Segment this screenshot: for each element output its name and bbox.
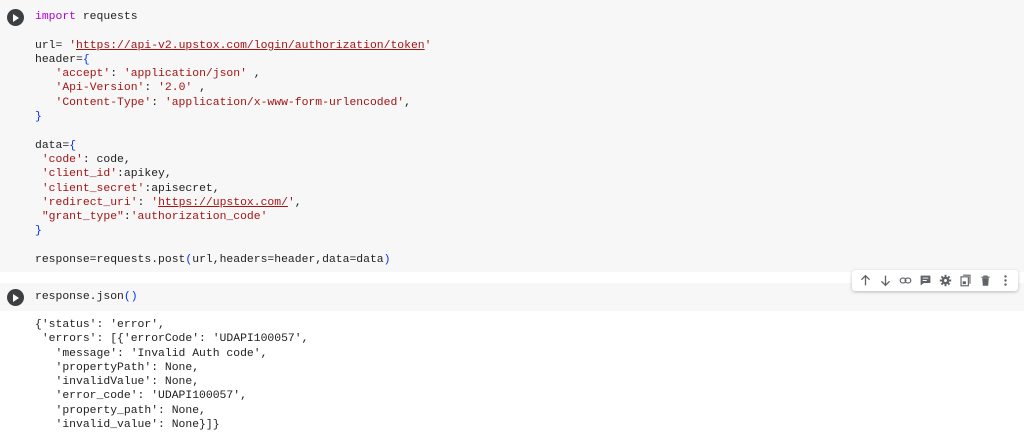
- code-line: 'redirect_uri': 'https://upstox.com/',: [35, 197, 302, 209]
- cell-output: {'status': 'error', 'errors': [{'errorCo…: [35, 319, 309, 432]
- run-cell-button[interactable]: [7, 9, 24, 26]
- code-editor[interactable]: response.json(): [35, 290, 138, 304]
- code-token: 'Api-Version': [55, 82, 145, 95]
- delete-cell-button[interactable]: [977, 273, 993, 289]
- code-token: 'client_id': [41, 168, 118, 181]
- code-token: '2.0': [158, 82, 193, 95]
- code-token: response.json: [35, 291, 124, 303]
- link-icon: [899, 277, 911, 284]
- add-comment-button[interactable]: [917, 273, 933, 289]
- gear-icon: [939, 274, 951, 287]
- code-token: ,: [294, 196, 302, 209]
- code-token: ,: [192, 82, 206, 95]
- code-line: data={: [35, 140, 76, 152]
- trash-icon: [980, 275, 990, 286]
- move-cell-up-button[interactable]: [857, 273, 873, 289]
- code-token: url,headers=header,data=data: [192, 254, 384, 267]
- cell-settings-button[interactable]: [937, 273, 953, 289]
- code-token: https://api-v2.upstox.com/login/authoriz…: [76, 39, 425, 52]
- code-token: 'accept': [55, 68, 111, 81]
- code-token: }: [35, 111, 42, 124]
- code-token: 'redirect_uri': [41, 196, 138, 209]
- copy-link-button[interactable]: [897, 273, 913, 289]
- code-token: {: [82, 53, 90, 66]
- arrow-down-icon: [880, 275, 890, 287]
- code-token: (: [123, 291, 131, 303]
- code-token: import: [35, 11, 77, 23]
- code-line: response.json(): [35, 291, 138, 303]
- code-token: 'authorization_code': [130, 211, 268, 224]
- code-token: ): [383, 254, 391, 267]
- more-options-button[interactable]: [997, 273, 1013, 289]
- code-token: 'code': [41, 153, 83, 166]
- code-line: "grant_type":'authorization_code': [35, 211, 268, 224]
- arrow-up-icon: [860, 274, 870, 286]
- code-token: 'Content-Type': [55, 96, 152, 109]
- code-token: }: [35, 225, 42, 238]
- code-token: ': [287, 196, 295, 209]
- code-line: import requests: [35, 11, 138, 23]
- move-cell-down-button[interactable]: [877, 273, 893, 289]
- code-token: : code,: [82, 153, 131, 166]
- code-line: header={: [35, 54, 90, 66]
- run-cell-button[interactable]: [7, 289, 24, 306]
- code-token: response=requests.post: [35, 254, 186, 267]
- code-line: }: [35, 111, 42, 123]
- comment-icon: [920, 275, 930, 286]
- code-token: ': [69, 39, 77, 52]
- code-token: requests: [76, 11, 138, 23]
- code-token: :apikey,: [117, 168, 172, 181]
- code-token: :: [123, 211, 131, 224]
- code-line: 'code': code,: [35, 154, 131, 166]
- more-vert-icon: [1003, 275, 1007, 286]
- code-token: :apisecret,: [144, 182, 220, 195]
- code-line: url= 'https://api-v2.upstox.com/login/au…: [35, 40, 432, 52]
- code-token: 'application/json': [123, 68, 247, 81]
- code-token: ': [424, 39, 432, 52]
- code-token: https://upstox.com/: [158, 196, 288, 209]
- code-line: 'client_secret':apisecret,: [35, 183, 220, 195]
- mirror-cell-button[interactable]: [957, 273, 973, 289]
- code-token: url=: [35, 39, 70, 52]
- code-line: response=requests.post(url,headers=heade…: [35, 254, 390, 266]
- code-token: ,: [404, 96, 411, 109]
- code-editor[interactable]: import requests url= 'https://api-v2.ups…: [35, 10, 432, 267]
- code-line: 'Content-Type': 'application/x-www-form-…: [35, 97, 411, 109]
- code-token: {: [69, 139, 77, 152]
- code-token: :: [137, 196, 152, 209]
- code-line: 'client_id':apikey,: [35, 168, 172, 180]
- code-token: data=: [35, 139, 70, 152]
- code-token: "grant_type": [41, 211, 124, 224]
- code-token: :: [151, 96, 165, 109]
- code-line: }: [35, 225, 42, 237]
- code-token: ): [130, 291, 138, 303]
- mirror-cell-icon: [959, 274, 971, 287]
- code-token: header=: [35, 53, 83, 66]
- code-line: 'Api-Version': '2.0' ,: [35, 82, 206, 94]
- code-token: ,: [246, 68, 261, 81]
- code-cell-1[interactable]: import requests url= 'https://api-v2.ups…: [0, 0, 1024, 272]
- code-line: 'accept': 'application/json' ,: [35, 68, 261, 80]
- code-token: :: [144, 82, 159, 95]
- code-token: 'application/x-www-form-urlencoded': [164, 96, 405, 109]
- code-token: 'client_secret': [41, 182, 145, 195]
- code-token: :: [110, 68, 124, 81]
- cell-toolbar: [852, 270, 1018, 291]
